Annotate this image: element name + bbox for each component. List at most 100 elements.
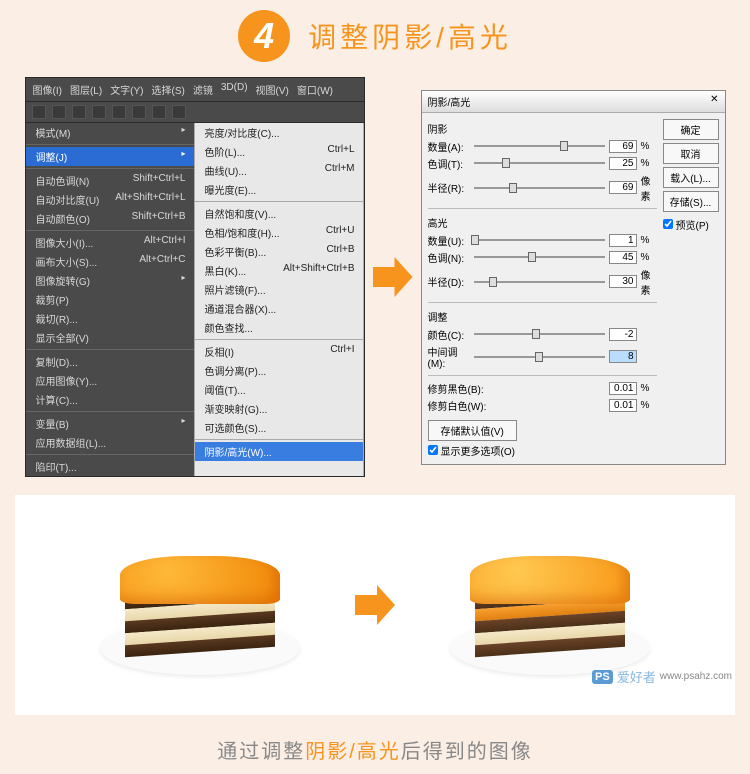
menubar-item[interactable]: 窗口(W) [294, 80, 336, 99]
slider-value[interactable]: 69 [609, 181, 637, 194]
menu-item[interactable]: 通道混合器(X)... [195, 299, 363, 318]
menu-item[interactable]: 计算(C)... [26, 390, 194, 409]
slider-row: 数量(A):69% [428, 138, 657, 155]
slider-value[interactable]: 30 [609, 275, 637, 288]
slider-label: 色调(N): [428, 250, 470, 265]
slider-value[interactable]: 69 [609, 140, 637, 153]
clip-row: 修剪黑色(B):0.01% [428, 380, 657, 397]
menu-item[interactable]: 曝光度(E)... [195, 180, 363, 199]
image-before [60, 515, 340, 695]
photoshop-menu: 图像(I)图层(L)文字(Y)选择(S)滤镜3D(D)视图(V)窗口(W) 模式… [25, 77, 365, 477]
slider-track[interactable] [474, 281, 605, 283]
dialog-button[interactable]: 载入(L)... [663, 167, 719, 188]
save-default-button[interactable]: 存储默认值(V) [428, 420, 517, 441]
menubar-item[interactable]: 滤镜 [190, 80, 216, 99]
slider-value[interactable]: 1 [609, 234, 637, 247]
menu-column-2[interactable]: 亮度/对比度(C)...色阶(L)...Ctrl+L曲线(U)...Ctrl+M… [195, 123, 364, 476]
clip-label: 修剪白色(W): [428, 398, 496, 413]
slider-label: 中间调(M): [428, 344, 470, 370]
slider-row: 数量(U):1% [428, 232, 657, 249]
slider-track[interactable] [474, 187, 605, 189]
slider-value[interactable]: 45 [609, 251, 637, 264]
slider-track[interactable] [474, 239, 605, 241]
menubar[interactable]: 图像(I)图层(L)文字(Y)选择(S)滤镜3D(D)视图(V)窗口(W) [26, 78, 364, 102]
menu-item[interactable]: 照片滤镜(F)... [195, 280, 363, 299]
clip-unit: % [641, 400, 657, 411]
caption: 通过调整阴影/高光后得到的图像 [0, 715, 750, 774]
menu-column-1[interactable]: 模式(M) 调整(J) 自动色调(N)Shift+Ctrl+L自动对比度(U)Alt… [26, 123, 195, 476]
slider-track[interactable] [474, 256, 605, 258]
menu-item[interactable]: 应用数据组(L)... [26, 433, 194, 452]
slider-track[interactable] [474, 145, 605, 147]
slider-row: 色调(N):45% [428, 249, 657, 266]
menu-item[interactable]: 图像旋转(G) [26, 271, 194, 290]
slider-track[interactable] [474, 356, 605, 358]
menu-item[interactable]: 显示全部(V) [26, 328, 194, 347]
menu-item[interactable]: 渐变映射(G)... [195, 399, 363, 418]
slider-label: 色调(T): [428, 156, 470, 171]
show-more-checkbox[interactable] [428, 445, 438, 455]
preview-label: 预览(P) [676, 217, 709, 232]
menu-item[interactable]: 亮度/对比度(C)... [195, 123, 363, 142]
menu-item[interactable]: 调整(J) [26, 147, 194, 166]
menu-item[interactable]: 复制(D)... [26, 352, 194, 371]
menu-item[interactable]: 反相(I)Ctrl+I [195, 342, 363, 361]
dialog-button[interactable]: 确定 [663, 119, 719, 140]
slider-unit: % [641, 141, 657, 152]
clip-value[interactable]: 0.01 [609, 382, 637, 395]
preview-checkbox[interactable] [663, 219, 673, 229]
slider-row: 半径(R):69像素 [428, 172, 657, 204]
menu-item[interactable]: 自动对比度(U)Alt+Shift+Ctrl+L [26, 190, 194, 209]
menu-item[interactable]: 阈值(T)... [195, 380, 363, 399]
clip-row: 修剪白色(W): 0.01% [428, 397, 657, 414]
menu-item[interactable]: 模式(M) [26, 123, 194, 142]
menubar-item[interactable]: 选择(S) [149, 80, 188, 99]
group-label: 阴影 [428, 119, 657, 138]
menu-item[interactable]: 变量(B) [26, 414, 194, 433]
slider-unit: % [641, 235, 657, 246]
menu-item[interactable]: 色彩平衡(B)...Ctrl+B [195, 242, 363, 261]
menubar-item[interactable]: 图层(L) [67, 80, 105, 99]
menu-item[interactable]: 画布大小(S)...Alt+Ctrl+C [26, 252, 194, 271]
menu-item[interactable]: 裁剪(P) [26, 290, 194, 309]
watermark-name: 爱好者 [617, 667, 656, 686]
clip-value[interactable]: 0.01 [609, 399, 637, 412]
dialog-titlebar: 阴影/高光 ✕ [422, 91, 725, 113]
arrow-icon [373, 257, 413, 297]
menu-item[interactable]: 图像大小(I)...Alt+Ctrl+I [26, 233, 194, 252]
menu-item[interactable]: 色调分离(P)... [195, 361, 363, 380]
slider-track[interactable] [474, 333, 605, 335]
menu-item[interactable]: 自动颜色(O)Shift+Ctrl+B [26, 209, 194, 228]
slider-value[interactable]: 25 [609, 157, 637, 170]
menu-item[interactable]: 阴影/高光(W)... [195, 442, 363, 461]
slider-track[interactable] [474, 162, 605, 164]
dialog-button[interactable]: 存储(S)... [663, 191, 719, 212]
menu-item[interactable]: 色阶(L)...Ctrl+L [195, 142, 363, 161]
menu-item[interactable]: 色相/饱和度(H)...Ctrl+U [195, 223, 363, 242]
slider-value[interactable]: 8 [609, 350, 637, 363]
watermark-logo: PS [592, 670, 613, 684]
menu-item[interactable]: 颜色查找... [195, 318, 363, 337]
menubar-item[interactable]: 文字(Y) [107, 80, 146, 99]
menu-item[interactable]: 黑白(K)...Alt+Shift+Ctrl+B [195, 261, 363, 280]
close-icon[interactable]: ✕ [710, 94, 718, 109]
menu-item[interactable]: 陷印(T)... [26, 457, 194, 476]
dialog-button[interactable]: 取消 [663, 143, 719, 164]
menu-item[interactable]: 应用图像(Y)... [26, 371, 194, 390]
slider-label: 半径(R): [428, 180, 470, 195]
watermark: PS 爱好者 www.psahz.com [592, 667, 732, 686]
menu-item[interactable]: 自动色调(N)Shift+Ctrl+L [26, 171, 194, 190]
menu-item[interactable]: 可选颜色(S)... [195, 418, 363, 437]
group-label: 高光 [428, 213, 657, 232]
menu-item[interactable]: 曲线(U)...Ctrl+M [195, 161, 363, 180]
arrow-icon [355, 585, 395, 625]
shadows-highlights-dialog: 阴影/高光 ✕ 阴影数量(A):69%色调(T): 25% 半径(R): 69 像素 高光… [421, 90, 726, 465]
menubar-item[interactable]: 视图(V) [253, 80, 292, 99]
menu-item[interactable]: 自然饱和度(V)... [195, 204, 363, 223]
menubar-item[interactable]: 图像(I) [30, 80, 65, 99]
slider-value[interactable]: -2 [609, 328, 637, 341]
slider-unit: 像素 [641, 267, 657, 297]
menubar-item[interactable]: 3D(D) [218, 80, 251, 99]
slider-label: 颜色(C): [428, 327, 470, 342]
menu-item[interactable]: 裁切(R)... [26, 309, 194, 328]
